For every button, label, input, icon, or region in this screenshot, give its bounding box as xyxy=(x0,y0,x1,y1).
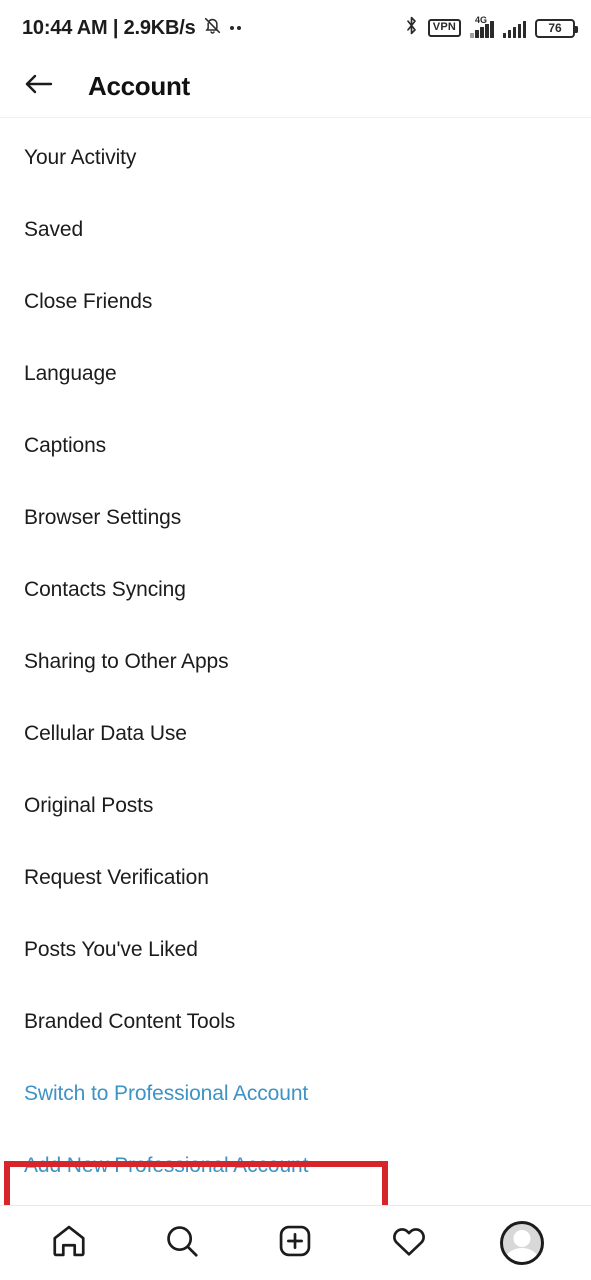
list-item-branded-content-tools[interactable]: Branded Content Tools xyxy=(0,986,591,1058)
home-icon xyxy=(50,1222,88,1265)
list-item-label: Browser Settings xyxy=(24,506,182,529)
search-icon xyxy=(163,1222,201,1265)
status-bar-right: VPN 4G 76 xyxy=(404,15,578,41)
list-item-label: Captions xyxy=(24,434,107,457)
status-bar: 10:44 AM | 2.9KB/s VPN 4G 76 xyxy=(0,0,591,56)
battery-level-label: 76 xyxy=(548,21,562,35)
list-item-label: Add New Professional Account xyxy=(24,1154,309,1177)
list-item-your-activity[interactable]: Your Activity xyxy=(0,122,591,194)
heart-icon xyxy=(390,1222,428,1265)
list-item-label: Cellular Data Use xyxy=(24,722,187,745)
list-item-label: Contacts Syncing xyxy=(24,578,186,601)
bottom-navigation-bar xyxy=(0,1205,591,1280)
list-item-label: Your Activity xyxy=(24,146,137,169)
network-type-label: 4G xyxy=(475,15,488,25)
list-item-language[interactable]: Language xyxy=(0,338,591,410)
back-arrow-icon xyxy=(24,71,54,102)
list-item-label: Language xyxy=(24,362,117,385)
page-title: Account xyxy=(88,71,190,101)
list-item-contacts-syncing[interactable]: Contacts Syncing xyxy=(0,554,591,626)
list-item-label: Original Posts xyxy=(24,794,154,817)
list-item-cellular-data-use[interactable]: Cellular Data Use xyxy=(0,698,591,770)
list-item-captions[interactable]: Captions xyxy=(0,410,591,482)
list-item-switch-to-professional-account[interactable]: Switch to Professional Account xyxy=(0,1058,591,1130)
list-item-browser-settings[interactable]: Browser Settings xyxy=(0,482,591,554)
nav-add-post[interactable] xyxy=(263,1214,327,1272)
account-settings-list: Your Activity Saved Close Friends Langua… xyxy=(0,118,591,1205)
add-post-icon xyxy=(276,1222,314,1265)
list-item-original-posts[interactable]: Original Posts xyxy=(0,770,591,842)
signal-bars-icon-sim2 xyxy=(502,18,526,38)
list-item-label: Posts You've Liked xyxy=(24,938,198,961)
list-item-label: Sharing to Other Apps xyxy=(24,650,229,673)
list-item-label: Branded Content Tools xyxy=(24,1010,236,1033)
nav-search[interactable] xyxy=(150,1214,214,1272)
list-item-label: Close Friends xyxy=(24,290,153,313)
profile-avatar-icon xyxy=(500,1221,545,1265)
battery-icon: 76 xyxy=(535,18,578,38)
list-item-sharing-to-other-apps[interactable]: Sharing to Other Apps xyxy=(0,626,591,698)
status-clock-and-datarate: 10:44 AM | 2.9KB/s xyxy=(22,16,196,39)
bell-muted-icon xyxy=(203,16,222,40)
bluetooth-icon xyxy=(404,15,419,41)
back-button[interactable] xyxy=(22,70,56,104)
list-item-saved[interactable]: Saved xyxy=(0,194,591,266)
more-dots-icon xyxy=(229,26,241,30)
app-screen: 10:44 AM | 2.9KB/s VPN 4G 76 Account You… xyxy=(0,0,591,1280)
list-item-posts-youve-liked[interactable]: Posts You've Liked xyxy=(0,914,591,986)
list-item-add-new-professional-account[interactable]: Add New Professional Account xyxy=(0,1130,591,1202)
list-item-label: Request Verification xyxy=(24,866,209,889)
list-item-label: Saved xyxy=(24,218,84,241)
vpn-indicator: VPN xyxy=(427,19,461,37)
nav-home[interactable] xyxy=(37,1214,101,1272)
nav-profile[interactable] xyxy=(490,1214,554,1272)
list-item-label: Switch to Professional Account xyxy=(24,1082,309,1105)
nav-activity[interactable] xyxy=(377,1214,441,1272)
list-item-request-verification[interactable]: Request Verification xyxy=(0,842,591,914)
list-item-close-friends[interactable]: Close Friends xyxy=(0,266,591,338)
status-bar-left: 10:44 AM | 2.9KB/s xyxy=(22,16,241,40)
page-header: Account xyxy=(0,56,591,118)
signal-bars-icon-sim1: 4G xyxy=(470,15,494,38)
